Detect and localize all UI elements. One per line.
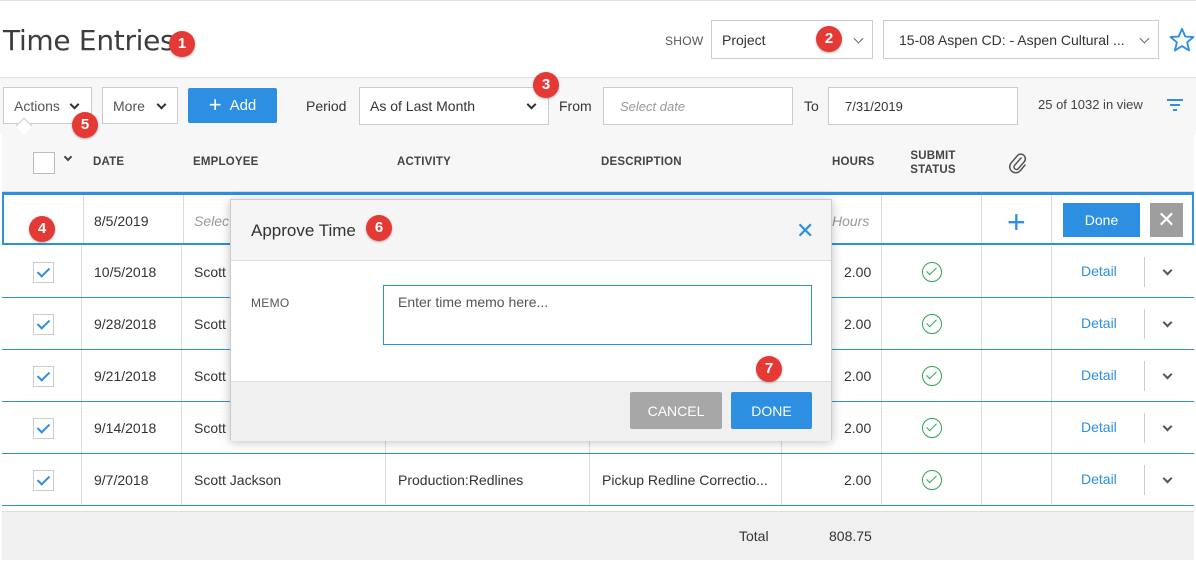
callout-badge-2: 2: [816, 26, 842, 52]
row-detail-link[interactable]: Detail: [1081, 263, 1117, 279]
row-hours: 2.00: [844, 316, 872, 332]
edit-date-input[interactable]: 8/5/2019: [94, 213, 149, 229]
approve-time-dialog: Approve Time ✕ MEMO Enter time memo here…: [230, 199, 832, 441]
cancel-button[interactable]: CANCEL: [630, 392, 722, 429]
row-checkbox[interactable]: [33, 418, 54, 439]
row-detail-link[interactable]: Detail: [1081, 315, 1117, 331]
row-checkbox[interactable]: [33, 366, 54, 387]
show-type-select[interactable]: Project: [711, 20, 873, 59]
add-button[interactable]: + Add: [188, 88, 277, 123]
to-label: To: [804, 98, 819, 114]
row-employee: Scott: [194, 420, 226, 436]
chevron-down-icon: [1139, 33, 1150, 44]
edit-hours-input[interactable]: Hours: [832, 213, 869, 229]
callout-badge-4: 4: [29, 216, 55, 242]
submitted-check-icon: [922, 262, 942, 282]
total-hours-value: 808.75: [829, 528, 872, 544]
add-attachment-plus-icon[interactable]: +: [1007, 206, 1026, 238]
row-expand-chevron-icon[interactable]: [1162, 317, 1173, 328]
close-icon[interactable]: ✕: [796, 220, 814, 242]
show-label: SHOW: [665, 34, 704, 48]
period-label: Period: [306, 98, 347, 114]
row-description: Pickup Redline Correctio...: [602, 472, 768, 488]
row-hours: 2.00: [844, 472, 872, 488]
submitted-check-icon: [922, 314, 942, 334]
row-employee: Scott: [194, 368, 226, 384]
row-cancel-button[interactable]: ✕: [1150, 203, 1183, 237]
star-icon[interactable]: [1168, 26, 1196, 54]
chevron-down-icon: [156, 99, 167, 110]
in-view-count: 25 of 1032 in view: [1038, 97, 1143, 112]
row-employee: Scott: [194, 316, 226, 332]
project-select[interactable]: 15-08 Aspen CD: - Aspen Cultural ...: [883, 20, 1159, 59]
row-date: 9/14/2018: [94, 420, 157, 436]
callout-badge-6: 6: [366, 215, 392, 241]
callout-badge-3: 3: [533, 72, 559, 98]
col-submit-status[interactable]: SUBMIT STATUS: [907, 149, 959, 177]
memo-textarea[interactable]: Enter time memo here...: [383, 285, 812, 345]
edit-employee-input[interactable]: Selec: [194, 213, 229, 229]
callout-badge-5: 5: [72, 112, 98, 138]
filter-icon[interactable]: [1167, 99, 1183, 111]
more-button[interactable]: More: [102, 87, 178, 124]
total-label: Total: [739, 528, 769, 544]
row-checkbox[interactable]: [33, 470, 54, 491]
row-detail-link[interactable]: Detail: [1081, 471, 1117, 487]
row-detail-link[interactable]: Detail: [1081, 367, 1117, 383]
add-label: Add: [229, 97, 257, 114]
row-employee: Scott: [194, 264, 226, 280]
row-employee: Scott Jackson: [194, 472, 282, 488]
row-expand-chevron-icon[interactable]: [1162, 421, 1173, 432]
row-hours: 2.00: [844, 264, 872, 280]
top-divider: [0, 0, 1196, 1]
to-date-input[interactable]: 7/31/2019: [828, 87, 1018, 125]
submitted-check-icon: [922, 366, 942, 386]
row-hours: 2.00: [844, 420, 872, 436]
row-done-button[interactable]: Done: [1063, 203, 1140, 237]
plus-icon: +: [208, 91, 222, 117]
dialog-title: Approve Time: [251, 221, 356, 240]
chevron-down-icon: [853, 33, 864, 44]
paperclip-icon: [1009, 153, 1027, 174]
callout-badge-1: 1: [169, 31, 195, 57]
row-checkbox[interactable]: [33, 314, 54, 335]
col-employee[interactable]: EMPLOYEE: [193, 156, 259, 168]
row-expand-chevron-icon[interactable]: [1162, 369, 1173, 380]
memo-label: MEMO: [251, 296, 290, 310]
done-button[interactable]: DONE: [731, 392, 812, 429]
from-date-input[interactable]: Select date: [603, 87, 793, 125]
row-activity: Production:Redlines: [398, 472, 524, 488]
submitted-check-icon: [922, 470, 942, 490]
row-date: 9/28/2018: [94, 316, 157, 332]
col-hours[interactable]: HOURS: [832, 156, 875, 168]
from-label: From: [559, 98, 592, 114]
chevron-down-icon: [526, 99, 537, 110]
select-all-checkbox[interactable]: [33, 152, 55, 174]
col-activity[interactable]: ACTIVITY: [397, 156, 451, 168]
period-select[interactable]: As of Last Month: [359, 87, 549, 125]
more-label: More: [113, 97, 145, 114]
actions-label: Actions: [14, 97, 60, 114]
row-checkbox[interactable]: [33, 262, 54, 283]
row-expand-chevron-icon[interactable]: [1162, 473, 1173, 484]
close-icon: ✕: [1157, 207, 1176, 232]
show-type-value: Project: [722, 31, 766, 48]
col-date[interactable]: DATE: [93, 156, 124, 168]
row-date: 9/7/2018: [94, 472, 149, 488]
row-expand-chevron-icon[interactable]: [1162, 265, 1173, 276]
row-hours: 2.00: [844, 368, 872, 384]
page-title: Time Entries: [3, 24, 175, 57]
table-footer: [2, 511, 1194, 560]
col-description[interactable]: DESCRIPTION: [601, 156, 682, 168]
period-value: As of Last Month: [370, 98, 476, 114]
row-date: 9/21/2018: [94, 368, 157, 384]
row-detail-link[interactable]: Detail: [1081, 419, 1117, 435]
chevron-down-icon: [69, 99, 80, 110]
project-value: 15-08 Aspen CD: - Aspen Cultural ...: [899, 31, 1125, 48]
callout-badge-7: 7: [756, 356, 782, 382]
submitted-check-icon: [922, 418, 942, 438]
table-row[interactable]: 9/7/2018 Scott Jackson Production:Redlin…: [2, 454, 1194, 506]
row-date: 10/5/2018: [94, 264, 157, 280]
